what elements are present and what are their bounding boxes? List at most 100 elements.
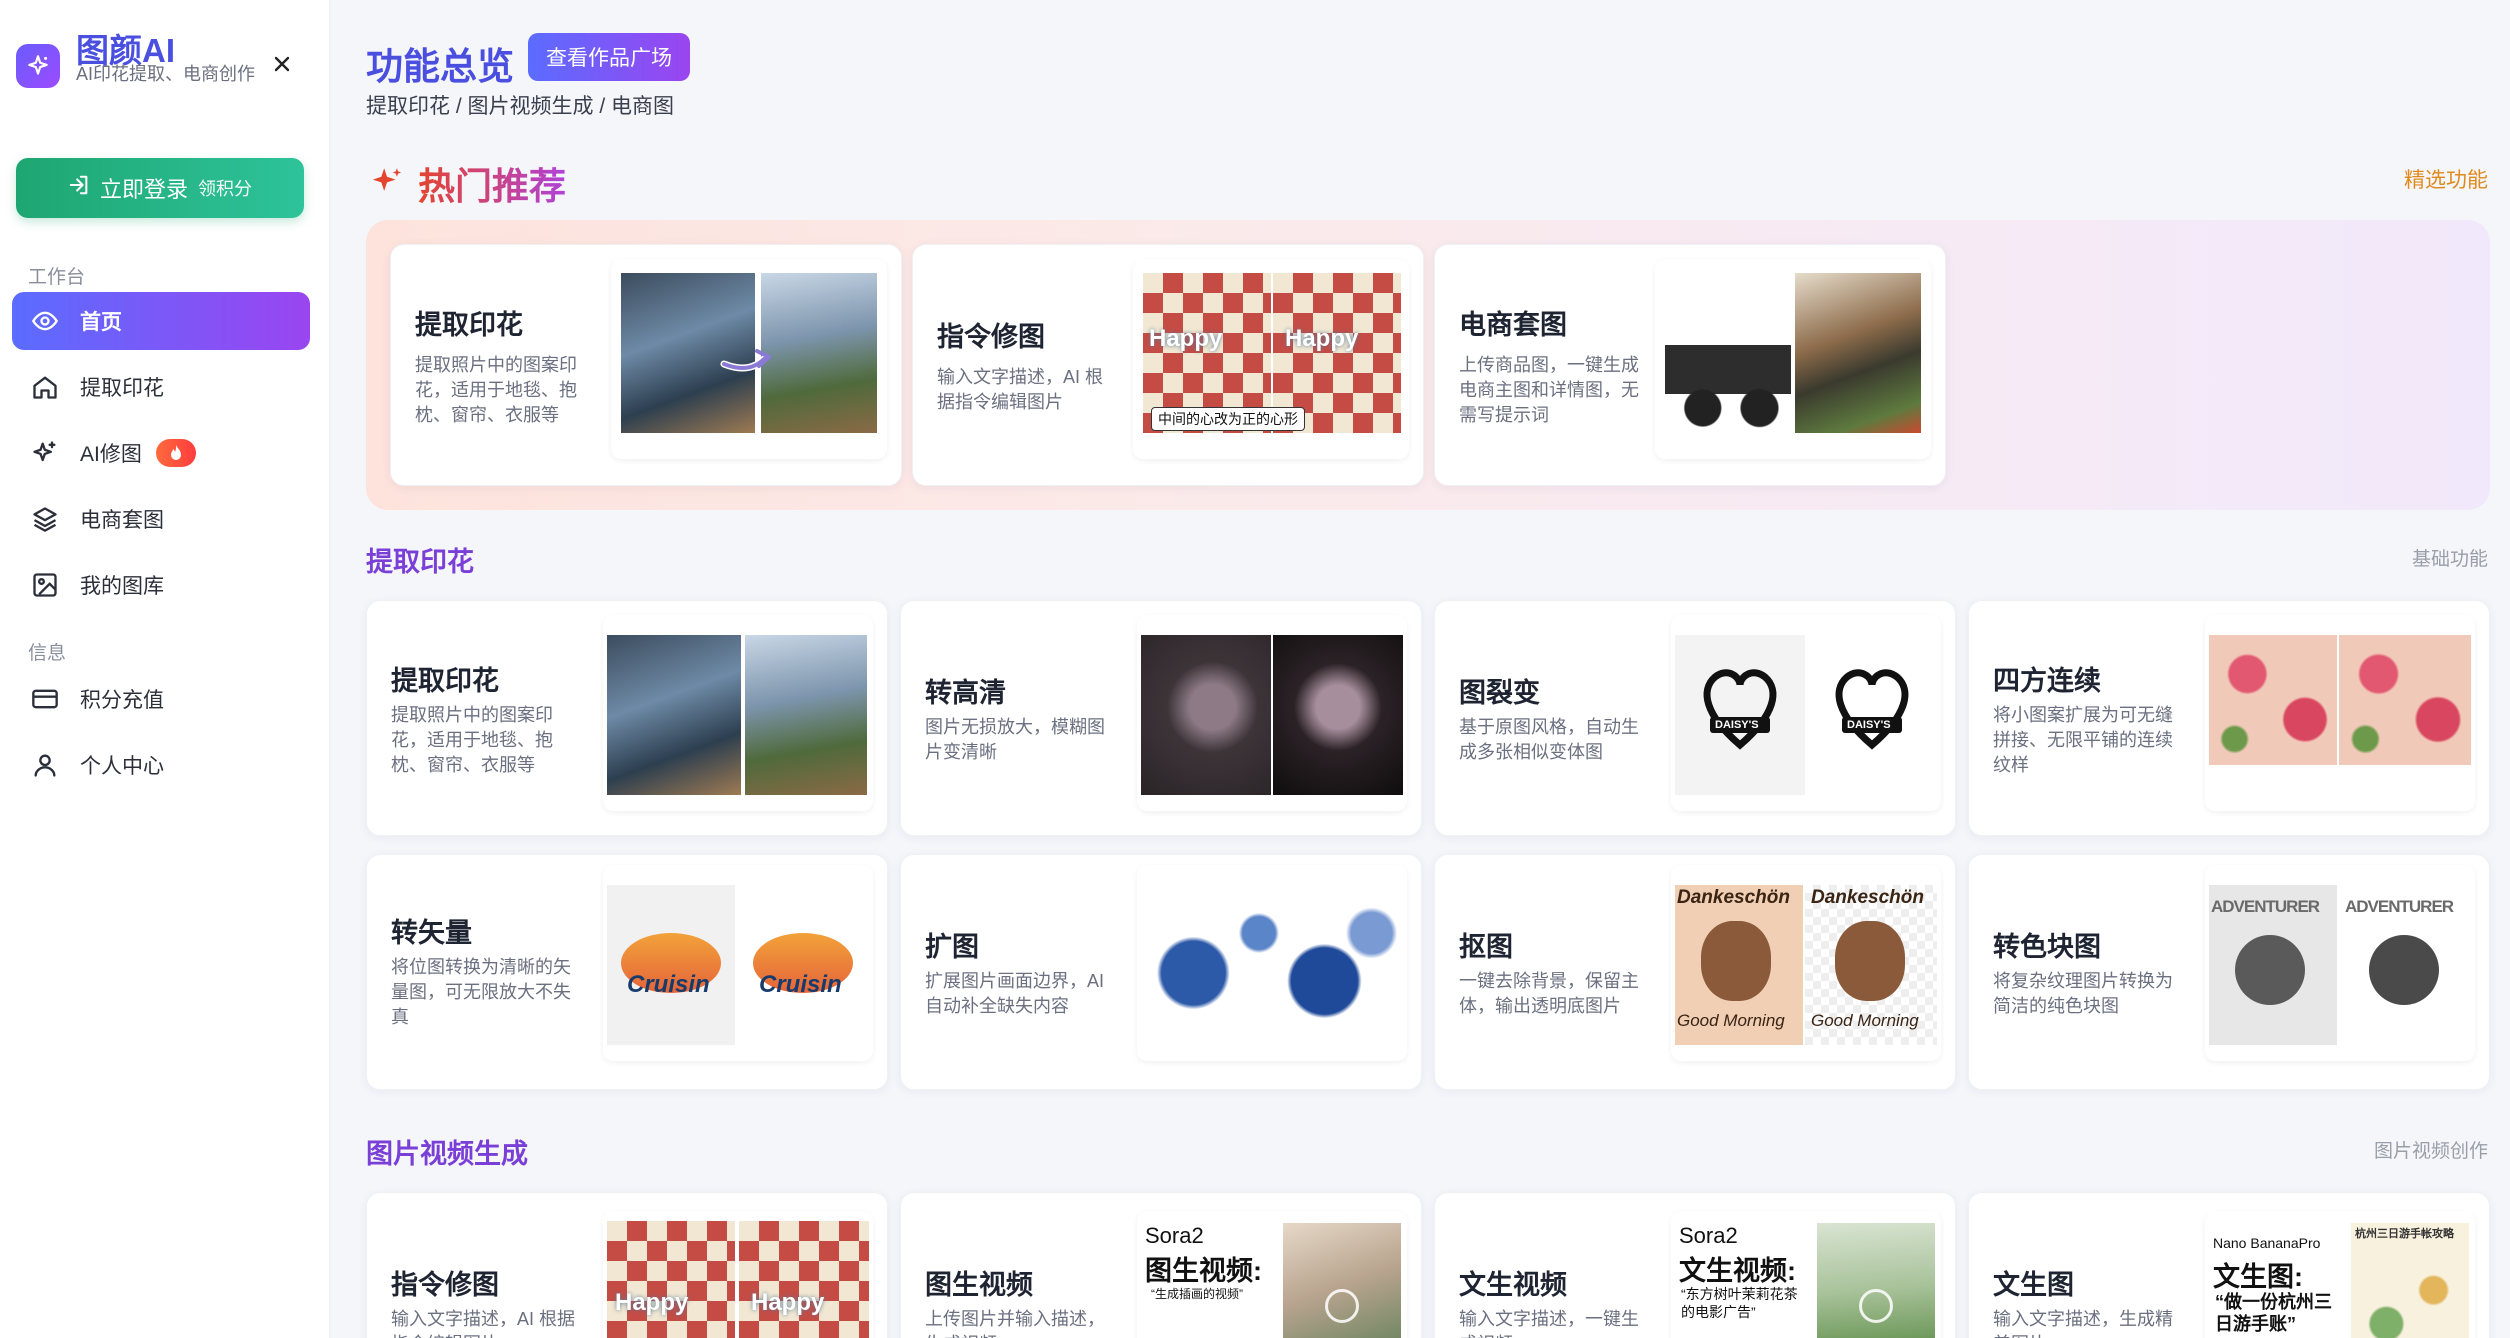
card-title: 抠图 (1459, 932, 1513, 962)
card-seamless[interactable]: 四方连续 将小图案扩展为可无缝拼接、无限平铺的连续纹样 (1968, 600, 2490, 836)
card-title: 文生图 (1993, 1270, 2074, 1300)
sidebar: 图颜AI AI印花提取、电商创作 立即登录 领积分 工作台 首页 提取印花 AI… (0, 0, 330, 1338)
card-desc: 基于原图风格，自动生成多张相似变体图 (1459, 717, 1639, 762)
brand: 图颜AI AI印花提取、电商创作 (16, 22, 316, 112)
image-icon (30, 570, 60, 600)
hot-title: 热门推荐 (418, 156, 566, 210)
card-title: 四方连续 (1993, 666, 2101, 696)
thumb-text: ADVENTURER (2345, 897, 2454, 916)
card-text2img[interactable]: 文生图 输入文字描述，生成精美图片 Nano BananaPro 文生图: “做… (1968, 1192, 2490, 1338)
thumb-text: Dankeschön (1811, 887, 1924, 908)
fire-icon (155, 439, 196, 467)
card-desc: 扩展图片画面边界，AI 自动补全缺失内容 (925, 971, 1105, 1016)
thumb-line2: 文生视频: (1679, 1256, 1796, 1286)
card-desc: 提取照片中的图案印花，适用于地毯、抱枕、窗帘、衣服等 (391, 705, 553, 775)
card-extract[interactable]: 提取印花 提取照片中的图案印花，适用于地毯、抱枕、窗帘、衣服等 (366, 600, 888, 836)
hot-card-ecommerce[interactable]: 电商套图 上传商品图，一键生成电商主图和详情图，无需写提示词 (1434, 244, 1946, 486)
card-desc: 提取照片中的图案印花，适用于地毯、抱枕、窗帘、衣服等 (415, 355, 577, 425)
thumb-text: Happy (1285, 325, 1359, 352)
card-desc: 将位图转换为清晰的矢量图，可无限放大不失真 (391, 957, 571, 1027)
home-icon (30, 372, 60, 402)
breadcrumb: 提取印花 / 图片视频生成 / 电商图 (366, 95, 675, 118)
thumb-sora-text: Sora2 文生视频: “东方树叶茉莉花茶的电影广告” (1671, 1211, 1941, 1338)
card-vector[interactable]: 转矢量 将位图转换为清晰的矢量图，可无限放大不失真 Cruisin Cruisi… (366, 854, 888, 1090)
sidebar-item-label: AI修图 (80, 443, 142, 466)
section-title-media: 图片视频生成 (366, 1139, 528, 1169)
thumb-happy: Happy Happy 中间的心改为正的心形 (1133, 259, 1409, 459)
card-title: 提取印花 (391, 666, 499, 696)
section-label-info: 信息 (28, 643, 67, 664)
card-img2video[interactable]: 图生视频 上传图片并输入描述，生成视频 Sora2 图生视频: “生成插画的视频… (900, 1192, 1422, 1338)
thumb-sora-img: Sora2 图生视频: “生成插画的视频” (1137, 1211, 1407, 1338)
section-right-media: 图片视频创作 (2373, 1141, 2488, 1162)
thumb-wagon (1655, 259, 1931, 459)
eye-icon (30, 306, 60, 336)
sidebar-item-gallery[interactable]: 我的图库 (12, 556, 310, 614)
sparkle-hot-icon (370, 164, 404, 203)
card-title: 图裂变 (1459, 678, 1540, 708)
sidebar-item-extract[interactable]: 提取印花 (12, 358, 310, 416)
thumb-text: Dankeschön (1677, 887, 1790, 908)
card-title: 指令修图 (391, 1270, 499, 1300)
sidebar-item-recharge[interactable]: 积分充值 (12, 670, 310, 728)
thumb-text2: Good Morning (1677, 1011, 1785, 1030)
thumb-text2: Good Morning (1811, 1011, 1919, 1030)
sidebar-item-label: 电商套图 (80, 509, 164, 532)
thumb-happy: Happy Happy (603, 1211, 873, 1338)
user-icon (30, 750, 60, 780)
card-outpaint[interactable]: 扩图 扩展图片画面边界，AI 自动补全缺失内容 (900, 854, 1422, 1090)
thumb-caption: 中间的心改为正的心形 (1151, 407, 1305, 431)
thumb-owls: Dankeschön Dankeschön Good Morning Good … (1671, 865, 1941, 1061)
card-desc: 输入文字描述，一键生成视频 (1459, 1309, 1639, 1338)
card-remove-bg[interactable]: 抠图 一键去除背景，保留主体，输出透明底图片 Dankeschön Dankes… (1434, 854, 1956, 1090)
hot-card-extract[interactable]: 提取印花 提取照片中的图案印花，适用于地毯、抱枕、窗帘、衣服等 (390, 244, 902, 486)
card-desc: 输入文字描述，AI 根据指令编辑图片 (937, 367, 1104, 412)
sidebar-item-label: 积分充值 (80, 689, 164, 712)
page-title: 功能总览 (366, 46, 514, 87)
thumb-line2: 文生图: (2213, 1262, 2303, 1292)
play-icon (1859, 1289, 1893, 1323)
hot-header: 热门推荐 (370, 156, 566, 210)
card-upscale[interactable]: 转高清 图片无损放大，模糊图片变清晰 (900, 600, 1422, 836)
thumb-line1: Nano BananaPro (2213, 1235, 2321, 1251)
login-button[interactable]: 立即登录 领积分 (16, 158, 304, 218)
play-icon (1325, 1289, 1359, 1323)
thumb-line2: 图生视频: (1145, 1256, 1262, 1286)
card-media-edit[interactable]: 指令修图 输入文字描述，AI 根据指令编辑图片 Happy Happy (366, 1192, 888, 1338)
brand-subtitle: AI印花提取、电商创作 (76, 64, 256, 84)
card-variation[interactable]: 图裂变 基于原图风格，自动生成多张相似变体图 DAISY'S DAISY'S (1434, 600, 1956, 836)
sidebar-item-home[interactable]: 首页 (12, 292, 310, 350)
card-desc: 上传图片并输入描述，生成视频 (925, 1309, 1105, 1338)
thumb-flower-dark (1137, 615, 1407, 811)
thumb-adventurer: ADVENTURER ADVENTURER (2205, 865, 2475, 1061)
sidebar-item-profile[interactable]: 个人中心 (12, 736, 310, 794)
thumb-daisy: DAISY'S DAISY'S (1671, 615, 1941, 811)
card-title: 指令修图 (937, 322, 1045, 352)
thumb-roses (2205, 615, 2475, 811)
card-desc: 输入文字描述，AI 根据指令编辑图片 (391, 1309, 576, 1338)
hot-card-edit[interactable]: 指令修图 输入文字描述，AI 根据指令编辑图片 Happy Happy 中间的心… (912, 244, 1424, 486)
sparkle-logo-icon (16, 44, 60, 88)
close-icon[interactable] (264, 46, 300, 82)
thumb-deer (611, 259, 887, 459)
login-bonus: 领积分 (198, 179, 252, 199)
thumb-text: DAISY'S (1847, 719, 1891, 731)
sidebar-item-label: 提取印花 (80, 377, 164, 400)
thumb-text: Cruisin (627, 971, 710, 998)
sidebar-item-ai-retouch[interactable]: AI修图 (12, 424, 310, 482)
thumb-deer (603, 615, 873, 811)
card-color-block[interactable]: 转色块图 将复杂纹理图片转换为简洁的纯色块图 ADVENTURER ADVENT… (1968, 854, 2490, 1090)
gallery-button[interactable]: 查看作品广场 (528, 33, 690, 81)
sidebar-item-ecommerce[interactable]: 电商套图 (12, 490, 310, 548)
thumb-text: Happy (1149, 325, 1223, 352)
thumb-cruise: Cruisin Cruisin (603, 865, 873, 1061)
thumb-line1: Sora2 (1679, 1223, 1738, 1248)
login-icon (68, 174, 90, 202)
card-title: 提取印花 (415, 310, 523, 340)
thumb-text: DAISY'S (1715, 719, 1759, 731)
card-title: 电商套图 (1459, 310, 1567, 340)
thumb-line3: “做一份杭州三日游手账” (2215, 1292, 2332, 1334)
hot-right-label[interactable]: 精选功能 (2404, 164, 2488, 194)
card-text2video[interactable]: 文生视频 输入文字描述，一键生成视频 Sora2 文生视频: “东方树叶茉莉花茶… (1434, 1192, 1956, 1338)
layers-icon (30, 504, 60, 534)
